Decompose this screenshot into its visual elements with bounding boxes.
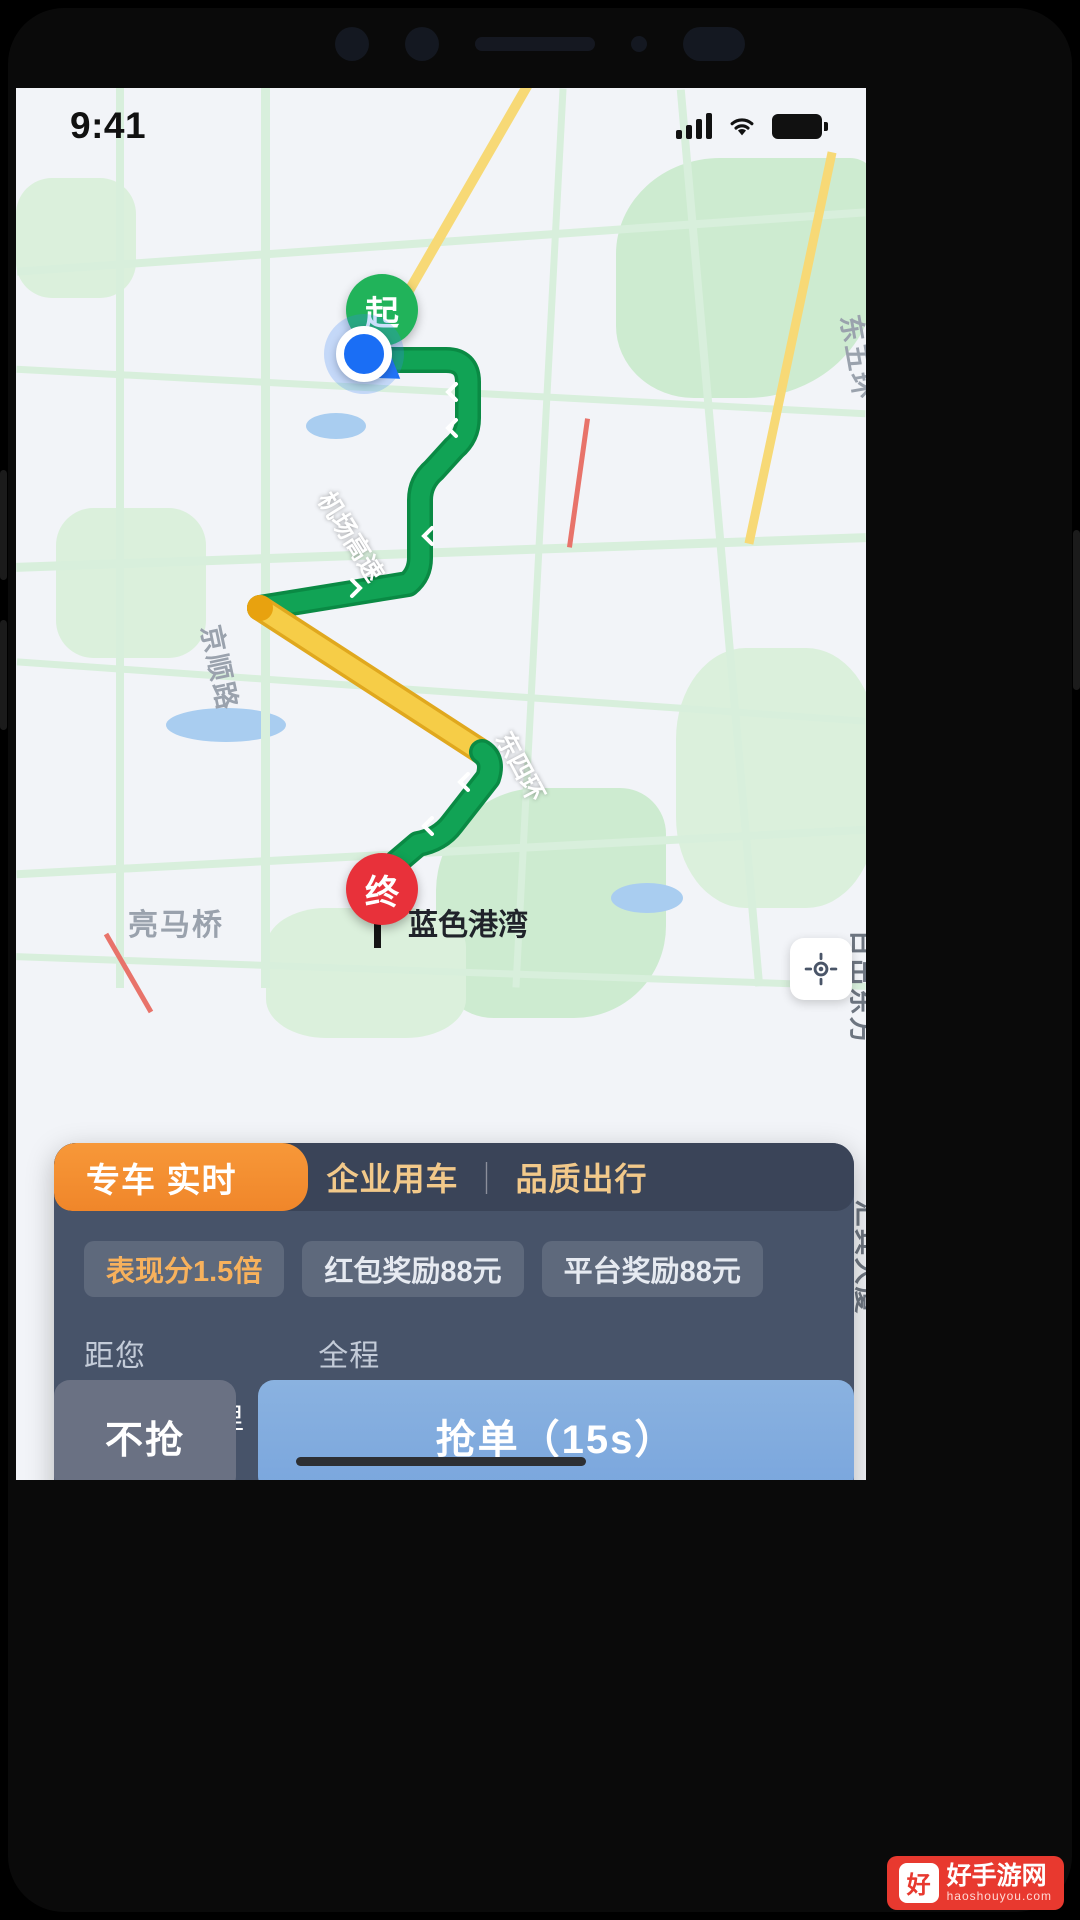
destination-label: 蓝色港湾 (408, 909, 528, 942)
power-button[interactable] (1073, 530, 1080, 690)
tab-express-realtime-label: 专车 实时 (86, 1161, 237, 1200)
watermark: 好 好手游网 haoshouyou.com (886, 1855, 1064, 1910)
tab-quality-label: 品质出行 (515, 1161, 648, 1197)
distance-to-pickup-label: 距您 (84, 1340, 146, 1373)
phone-frame: 机场高速 东四环 京顺路 东五环 亮马桥 奥海城 奥海城三期 新光天地广场 民辉… (0, 0, 1080, 1920)
wifi-icon (730, 118, 754, 136)
badge-performance-multiplier: 表现分1.5倍 (84, 1241, 285, 1297)
locate-me-icon (804, 952, 838, 986)
badge-platform-reward: 平台奖励88元 (541, 1241, 763, 1297)
decline-button[interactable]: 不抢 (54, 1380, 236, 1480)
earpiece-speaker (475, 37, 595, 51)
watermark-logo-icon: 好 (898, 1862, 939, 1903)
status-bar: 9:41 (16, 88, 866, 164)
tab-separator: ｜ (470, 1161, 504, 1197)
badge-redpacket-reward: 红包奖励88元 (302, 1241, 524, 1297)
home-indicator[interactable] (296, 1457, 586, 1466)
battery-full-icon (772, 113, 828, 139)
status-time: 9:41 (70, 105, 147, 146)
front-camera-module (683, 27, 745, 61)
tab-enterprise-quality[interactable]: 企业用车 ｜ 品质出行 (282, 1143, 647, 1211)
camera-lens-icon (335, 27, 369, 61)
tab-enterprise-label: 企业用车 (326, 1161, 459, 1197)
status-icons-group (676, 113, 828, 139)
proximity-sensor-icon (631, 36, 647, 52)
reward-badge-row: 表现分1.5倍 红包奖励88元 平台奖励88元 (54, 1211, 854, 1297)
locate-me-button[interactable] (790, 938, 852, 1000)
camera-lens-secondary-icon (405, 27, 439, 61)
notch-sensor-row (0, 0, 1080, 88)
volume-up-button[interactable] (0, 470, 7, 580)
distance-total-label: 全程 (318, 1340, 381, 1373)
volume-down-button[interactable] (0, 620, 7, 730)
cellular-signal-icon (676, 113, 712, 139)
card-header-tabs: 专车 实时 企业用车 ｜ 品质出行 (54, 1143, 854, 1211)
watermark-title: 好手游网 (946, 1861, 1047, 1890)
place-label: 亮马桥 (128, 909, 224, 942)
watermark-subtitle: haoshouyou.com (946, 1889, 1052, 1903)
current-location-dot-icon (336, 326, 392, 382)
phone-screen: 机场高速 东四环 京顺路 东五环 亮马桥 奥海城 奥海城三期 新光天地广场 民辉… (16, 88, 866, 1480)
tab-express-realtime[interactable]: 专车 实时 (54, 1143, 309, 1211)
